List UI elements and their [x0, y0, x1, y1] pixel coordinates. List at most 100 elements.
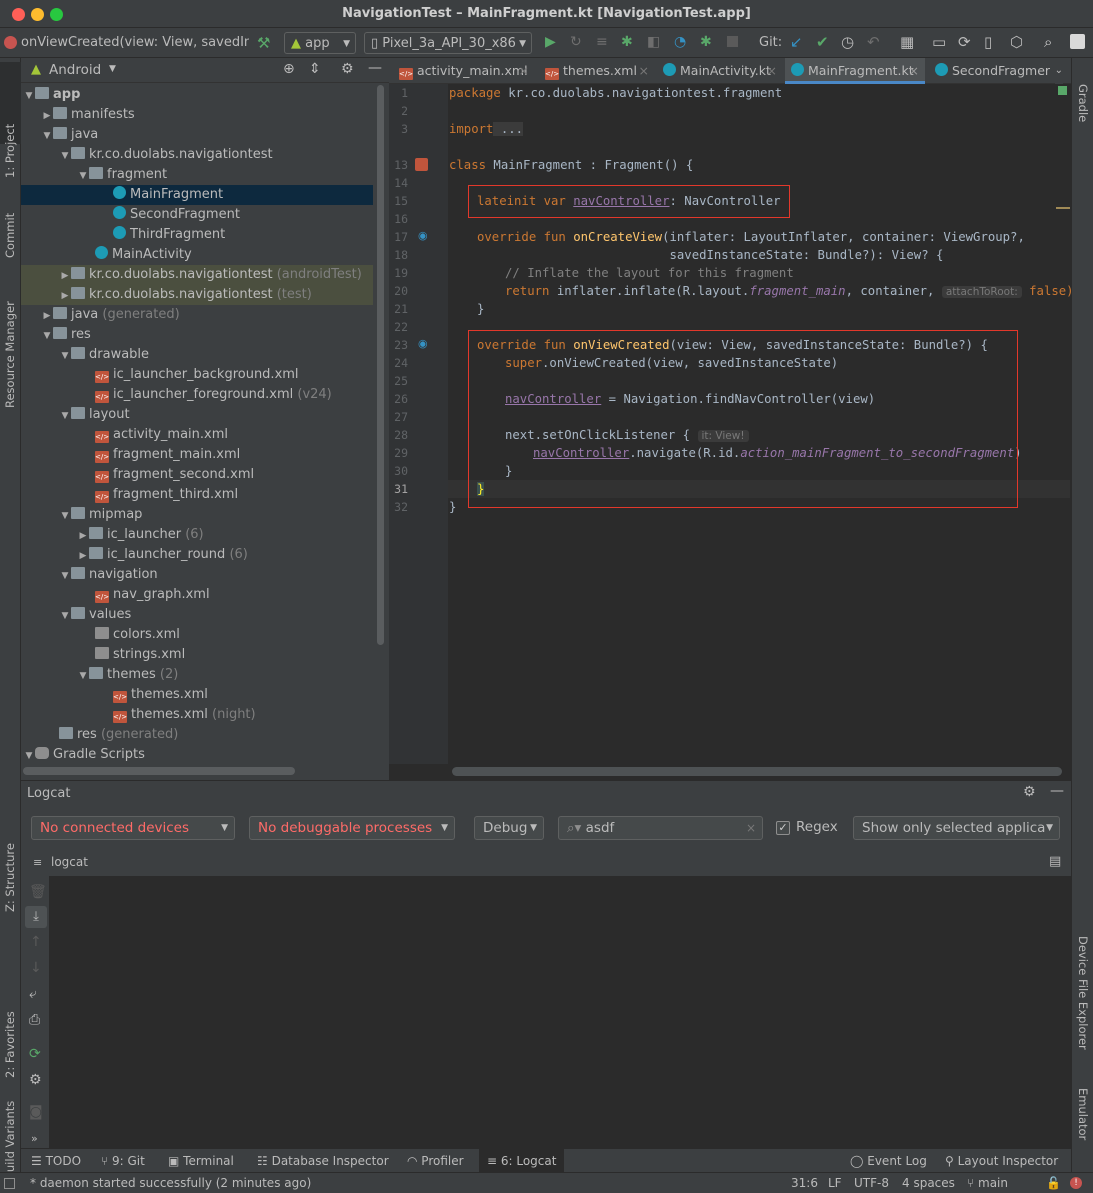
code-line[interactable]: override fun onCreateView(inflater: Layo… — [477, 228, 1025, 246]
attach-process-icon[interactable]: ✱ — [700, 34, 712, 50]
gear-icon[interactable]: ⚙ — [341, 61, 354, 77]
tree-item-file[interactable]: </> nav_graph.xml — [21, 585, 373, 605]
view-mode-dropdown[interactable]: Android — [49, 62, 101, 78]
editor-horizontal-scrollbar[interactable] — [452, 767, 1062, 776]
tree-item-java-generated[interactable]: ▶ java (generated) — [21, 305, 373, 325]
code-line[interactable]: return inflater.inflate(R.layout.fragmen… — [505, 282, 1074, 300]
minimize-window-button[interactable] — [31, 8, 44, 21]
tree-item-themes[interactable]: ▼ themes (2) — [21, 665, 373, 685]
code-line[interactable]: // Inflate the layout for this fragment — [505, 264, 794, 282]
run-icon[interactable]: ▶ — [545, 34, 556, 50]
clear-icon[interactable]: × — [746, 817, 756, 839]
tree-item-values[interactable]: ▼ values — [21, 605, 373, 625]
warning-stripe-marker[interactable] — [1056, 207, 1070, 209]
close-window-button[interactable] — [12, 8, 25, 21]
tree-item-file[interactable]: </> themes.xml (night) — [21, 705, 373, 725]
camera-icon[interactable]: ◙ — [29, 1104, 43, 1120]
indent-setting[interactable]: 4 spaces — [902, 1173, 955, 1193]
tree-item-drawable[interactable]: ▼ drawable — [21, 345, 373, 365]
gear-icon[interactable]: ⚙ — [1023, 784, 1036, 800]
folded-imports[interactable]: ... — [493, 122, 524, 136]
error-icon[interactable]: ! — [1070, 1177, 1082, 1189]
process-select[interactable]: No debuggable processes ▼ — [249, 816, 455, 840]
tree-item-package-androidtest[interactable]: ▶ kr.co.duolabs.navigationtest (androidTe… — [21, 265, 373, 285]
tree-item-file[interactable]: </> ic_launcher_foreground.xml (v24) — [21, 385, 373, 405]
soft-wrap-icon[interactable]: ⤶ — [29, 986, 37, 1002]
close-icon[interactable]: × — [519, 58, 529, 84]
device-file-explorer-tool-tab[interactable]: Device File Explorer — [1076, 936, 1090, 1050]
override-gutter-icon[interactable]: ◉ — [418, 229, 428, 242]
git-history-icon[interactable]: ◷ — [841, 33, 854, 51]
tab-logcat[interactable]: ≡ 6: Logcat — [479, 1149, 565, 1173]
restart-icon[interactable]: ⟳ — [29, 1046, 41, 1062]
arrow-up-icon[interactable]: ↑ — [30, 934, 42, 950]
trash-icon[interactable]: 🗑 — [29, 884, 47, 900]
tree-item-file[interactable]: colors.xml — [21, 625, 373, 645]
code-line[interactable]: savedInstanceState: Bundle?): View? { — [477, 246, 943, 264]
sdk-manager-icon[interactable]: ▭ — [932, 33, 946, 51]
tree-item-file[interactable]: strings.xml — [21, 645, 373, 665]
file-encoding[interactable]: UTF-8 — [854, 1173, 889, 1193]
tree-item-mipmap[interactable]: ▼ mipmap — [21, 505, 373, 525]
tree-item-file[interactable]: </> ic_launcher_background.xml — [21, 365, 373, 385]
lock-icon[interactable]: 🔓 — [1046, 1173, 1061, 1193]
code-line[interactable]: package kr.co.duolabs.navigationtest.fra… — [449, 84, 782, 102]
tree-item-gradle-scripts[interactable]: ▼ Gradle Scripts — [21, 745, 373, 765]
tab-git[interactable]: ⑂ 9: Git — [101, 1149, 145, 1173]
structure-tool-tab[interactable]: Z: Structure — [3, 843, 17, 912]
tab-database-inspector[interactable]: ☷ Database Inspector — [257, 1149, 389, 1173]
layout-options-icon[interactable]: ▤ — [1049, 854, 1061, 869]
tree-item-package[interactable]: ▼ kr.co.duolabs.navigationtest — [21, 145, 373, 165]
chevron-down-icon[interactable]: ▼ — [109, 64, 116, 74]
gear-icon[interactable]: ⚙ — [29, 1072, 42, 1088]
locate-icon[interactable]: ⊕ — [283, 61, 295, 77]
avd-manager-icon[interactable]: ▯ — [984, 33, 992, 51]
breadcrumb[interactable]: onViewCreated(view: View, savedInst — [21, 32, 249, 54]
print-icon[interactable]: ⎙ — [29, 1012, 40, 1028]
tree-item-file[interactable]: </> fragment_second.xml — [21, 465, 373, 485]
attach-debugger-icon[interactable]: ◧ — [647, 34, 660, 50]
git-branch[interactable]: ⑂ main — [967, 1173, 1008, 1193]
apply-code-changes-icon[interactable]: ≡ — [596, 34, 608, 50]
vertical-scrollbar[interactable] — [377, 85, 384, 645]
layout-file-gutter-icon[interactable] — [415, 158, 428, 171]
tab-layout-inspector[interactable]: ⚲ Layout Inspector — [945, 1149, 1058, 1173]
emulator-tool-tab[interactable]: Emulator — [1076, 1088, 1090, 1140]
close-icon[interactable]: × — [639, 58, 649, 84]
tree-item-mainactivity[interactable]: MainActivity — [21, 245, 373, 265]
toggle-tool-windows-icon[interactable] — [4, 1178, 15, 1189]
code-line[interactable]: class MainFragment : Fragment() { — [449, 156, 693, 174]
tree-item-ic-launcher[interactable]: ▶ ic_launcher (6) — [21, 525, 373, 545]
build-hammer-icon[interactable]: ⚒ — [257, 34, 270, 52]
search-input[interactable]: ⌕▾ asdf × — [558, 816, 763, 840]
debug-icon[interactable]: ✱ — [621, 34, 633, 50]
resource-manager-tool-tab[interactable]: Resource Manager — [3, 301, 17, 408]
device-manager-icon[interactable]: ⬡ — [1010, 33, 1023, 51]
code-line[interactable]: import ... — [449, 120, 524, 138]
tree-item-file[interactable]: </> fragment_main.xml — [21, 445, 373, 465]
close-icon[interactable]: × — [767, 58, 777, 84]
collapse-all-icon[interactable]: ⇕ — [309, 61, 321, 77]
inspection-ok-icon[interactable] — [1058, 86, 1067, 95]
project-tool-tab[interactable]: 1: Project — [3, 124, 17, 178]
tree-item-fragment[interactable]: ▼ fragment — [21, 165, 373, 185]
apply-changes-icon[interactable]: ↻ — [570, 34, 582, 50]
override-gutter-icon[interactable]: ◉ — [418, 337, 428, 350]
tree-item-file[interactable]: </> fragment_third.xml — [21, 485, 373, 505]
tab-mainfragment[interactable]: MainFragment.kt × — [785, 58, 925, 84]
tree-item-java[interactable]: ▼ java — [21, 125, 373, 145]
build-variants-tool-tab[interactable]: Build Variants — [3, 1101, 17, 1180]
status-message[interactable]: * daemon started successfully (2 minutes… — [30, 1173, 311, 1193]
regex-checkbox[interactable]: ✓ — [776, 821, 790, 835]
hide-icon[interactable]: — — [368, 60, 382, 76]
favorites-tool-tab[interactable]: 2: Favorites — [3, 1011, 17, 1078]
app-filter-select[interactable]: Show only selected applica ▼ — [853, 816, 1060, 840]
stop-icon[interactable] — [727, 36, 738, 47]
tree-item-file[interactable]: </> themes.xml — [21, 685, 373, 705]
device-select[interactable]: No connected devices ▼ — [31, 816, 235, 840]
gradle-tool-tab[interactable]: Gradle — [1076, 84, 1090, 122]
tab-activity-main[interactable]: </> activity_main.xml × — [393, 58, 535, 84]
tree-item-file[interactable]: </> activity_main.xml — [21, 425, 373, 445]
git-commit-icon[interactable]: ✔ — [816, 33, 829, 51]
hide-icon[interactable]: — — [1050, 783, 1064, 799]
